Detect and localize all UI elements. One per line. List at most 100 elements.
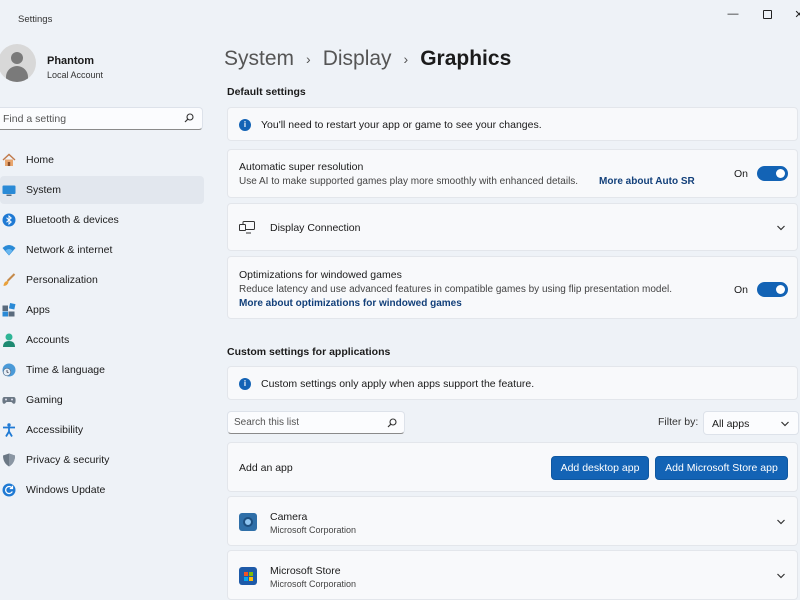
sidebar-item-label: Accounts	[26, 334, 70, 346]
app-row-camera[interactable]: Camera Microsoft Corporation	[227, 496, 798, 546]
shield-icon	[3, 453, 15, 467]
camera-app-icon	[239, 513, 257, 531]
search-placeholder: Find a setting	[3, 113, 67, 125]
info-icon: i	[239, 378, 251, 390]
sidebar-item-network[interactable]: Network & internet	[0, 236, 204, 264]
page-title: Graphics	[420, 47, 512, 70]
auto-sr-state: On	[734, 168, 749, 180]
filter-label: Filter by:	[658, 416, 699, 428]
sidebar-item-home[interactable]: Home	[0, 146, 204, 174]
chevron-down-icon	[781, 421, 789, 427]
profile-account-type: Local Account	[47, 70, 104, 80]
profile-name: Phantom	[47, 55, 95, 67]
list-search-placeholder: Search this list	[234, 417, 300, 428]
bluetooth-icon	[2, 213, 16, 227]
windowed-games-link[interactable]: More about optimizations for windowed ga…	[239, 298, 462, 309]
auto-sr-description: Use AI to make supported games play more…	[239, 176, 579, 187]
chevron-down-icon	[777, 519, 785, 525]
home-icon	[2, 153, 16, 166]
sidebar-item-bluetooth[interactable]: Bluetooth & devices	[0, 206, 204, 234]
app-name: Camera	[270, 511, 308, 523]
app-name: Microsoft Store	[270, 565, 341, 577]
add-app-card: Add an app Add desktop app Add Microsoft…	[227, 442, 798, 492]
sidebar-nav: Home System Bluetooth & devices Network …	[0, 146, 204, 506]
sidebar-item-time-language[interactable]: Time & language	[0, 356, 204, 384]
system-icon	[2, 185, 16, 196]
display-connection-title: Display Connection	[270, 222, 361, 234]
sidebar-item-label: Personalization	[26, 274, 98, 286]
sidebar-item-windows-update[interactable]: Windows Update	[0, 476, 204, 504]
display-connection-card[interactable]: Display Connection	[227, 203, 798, 251]
minimize-button[interactable]: —	[718, 4, 748, 24]
sidebar-item-label: Apps	[26, 304, 50, 316]
accounts-icon	[3, 333, 15, 347]
info-icon: i	[239, 119, 251, 131]
settings-search-input[interactable]: Find a setting	[0, 107, 203, 130]
breadcrumb-display[interactable]: Display	[323, 47, 392, 71]
sidebar-item-privacy[interactable]: Privacy & security	[0, 446, 204, 474]
search-icon	[387, 418, 397, 428]
close-button[interactable]: ✕	[784, 4, 800, 24]
add-app-label: Add an app	[239, 462, 293, 474]
windowed-games-card: Optimizations for windowed games Reduce …	[227, 256, 798, 319]
brush-icon	[3, 273, 16, 286]
wifi-icon	[2, 245, 16, 256]
breadcrumb-separator: ›	[403, 51, 409, 67]
windowed-games-description: Reduce latency and use advanced features…	[239, 284, 673, 295]
filter-selected-value: All apps	[712, 418, 750, 430]
apps-icon	[2, 303, 16, 317]
minimize-icon: —	[727, 8, 739, 20]
sidebar-item-label: System	[26, 184, 62, 196]
app-list-search-input[interactable]: Search this list	[227, 411, 405, 434]
gamepad-icon	[2, 397, 16, 404]
accessibility-icon	[3, 423, 15, 437]
sidebar-item-label: Windows Update	[26, 484, 106, 496]
sidebar-item-label: Gaming	[26, 394, 63, 406]
clock-globe-icon	[2, 363, 16, 377]
sidebar-item-label: Privacy & security	[26, 454, 110, 466]
auto-sr-toggle[interactable]	[757, 166, 788, 181]
restart-info-card: i You'll need to restart your app or gam…	[227, 107, 798, 141]
sidebar-item-label: Home	[26, 154, 55, 166]
add-store-app-button[interactable]: Add Microsoft Store app	[655, 456, 788, 480]
filter-dropdown[interactable]: All apps	[703, 411, 799, 435]
add-desktop-app-button[interactable]: Add desktop app	[551, 456, 649, 480]
avatar	[0, 44, 36, 82]
custom-settings-heading: Custom settings for applications	[227, 346, 391, 358]
sidebar-item-label: Network & internet	[26, 244, 113, 256]
custom-info-text: Custom settings only apply when apps sup…	[261, 378, 535, 390]
user-profile[interactable]: Phantom Local Account	[0, 42, 200, 86]
window-title: Settings	[18, 14, 53, 25]
custom-info-card: i Custom settings only apply when apps s…	[227, 366, 798, 400]
auto-sr-card: Automatic super resolution Use AI to mak…	[227, 149, 798, 198]
windowed-games-toggle[interactable]	[757, 282, 788, 297]
windowed-games-title: Optimizations for windowed games	[239, 269, 402, 281]
sidebar-item-system[interactable]: System	[0, 176, 204, 204]
sidebar-item-gaming[interactable]: Gaming	[0, 386, 204, 414]
chevron-down-icon	[777, 225, 785, 231]
maximize-icon	[762, 9, 772, 19]
sidebar-item-label: Time & language	[26, 364, 105, 376]
default-settings-heading: Default settings	[227, 86, 306, 98]
close-icon: ✕	[794, 8, 800, 21]
chevron-down-icon	[777, 573, 785, 579]
title-bar: Settings — ✕	[0, 0, 800, 36]
update-icon	[2, 483, 16, 497]
sidebar-item-label: Accessibility	[26, 424, 84, 436]
app-publisher: Microsoft Corporation	[270, 525, 357, 535]
sidebar-item-accessibility[interactable]: Accessibility	[0, 416, 204, 444]
sidebar-item-apps[interactable]: Apps	[0, 296, 204, 324]
maximize-button[interactable]	[752, 4, 782, 24]
store-app-icon	[239, 567, 257, 585]
search-icon	[184, 113, 194, 123]
auto-sr-link[interactable]: More about Auto SR	[599, 176, 695, 187]
app-publisher: Microsoft Corporation	[270, 579, 357, 589]
windowed-games-state: On	[734, 284, 749, 296]
sidebar-item-label: Bluetooth & devices	[26, 214, 119, 226]
sidebar-item-accounts[interactable]: Accounts	[0, 326, 204, 354]
sidebar-item-personalization[interactable]: Personalization	[0, 266, 204, 294]
auto-sr-title: Automatic super resolution	[239, 161, 364, 173]
app-row-microsoft-store[interactable]: Microsoft Store Microsoft Corporation	[227, 550, 798, 600]
restart-info-text: You'll need to restart your app or game …	[261, 119, 542, 131]
breadcrumb-system[interactable]: System	[224, 47, 294, 71]
